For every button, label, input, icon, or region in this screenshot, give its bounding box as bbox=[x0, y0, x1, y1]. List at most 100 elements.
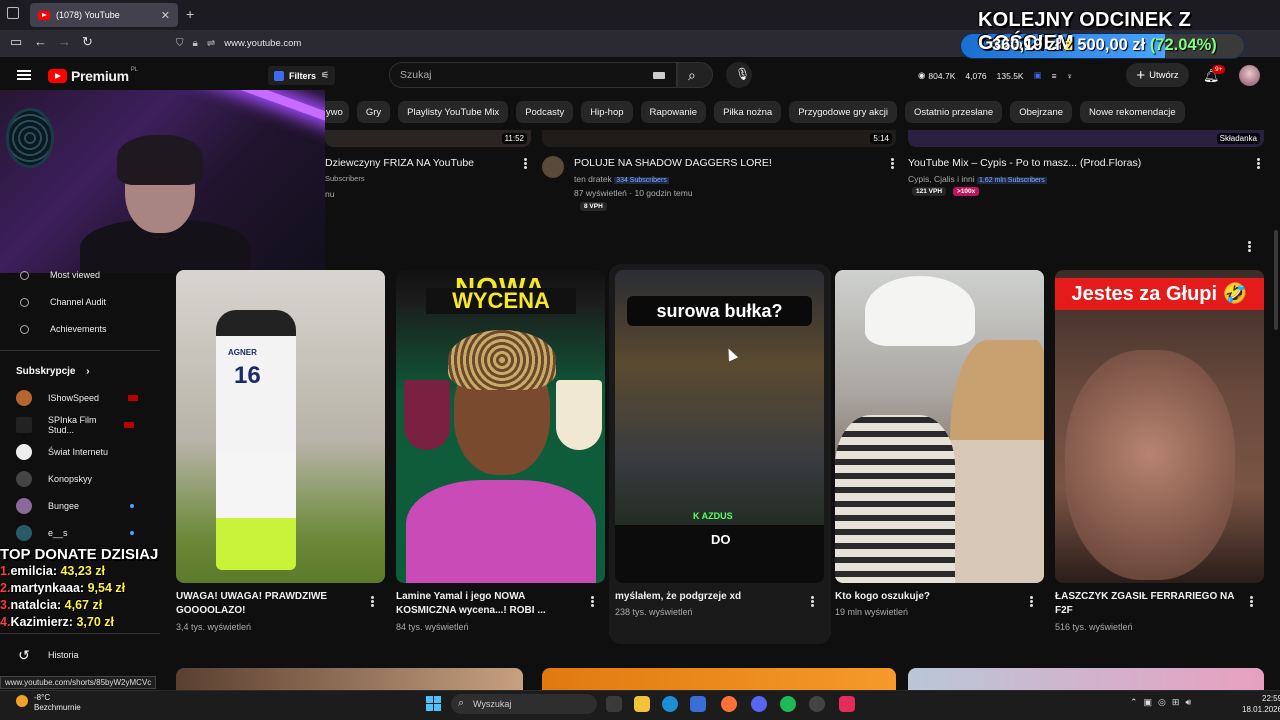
chip-4[interactable]: Hip-hop bbox=[581, 101, 633, 123]
reload-icon[interactable]: ↻ bbox=[82, 34, 93, 50]
sidebar-item-channel-audit[interactable]: Channel Audit bbox=[0, 291, 160, 313]
more-options-icon[interactable] bbox=[1030, 596, 1033, 607]
live-icon bbox=[124, 422, 134, 428]
search-button[interactable]: ⌕ bbox=[677, 62, 713, 88]
short-title[interactable]: ŁASZCZYK ZGASIŁ FERRARIEGO NA F2F bbox=[1055, 590, 1240, 618]
short-thumbnail-1[interactable]: 16 AGNER bbox=[176, 270, 385, 583]
browser-tab-youtube[interactable]: (1078) YouTube ✕ bbox=[30, 3, 178, 27]
menu-icon[interactable] bbox=[17, 70, 31, 80]
youtube-premium-logo[interactable]: Premium PL bbox=[48, 67, 138, 84]
edge-icon[interactable] bbox=[662, 696, 678, 712]
channel-name[interactable]: ten dratek 334 Subscribers bbox=[574, 174, 669, 184]
new-tab-icon[interactable]: + bbox=[186, 6, 194, 22]
spotify-icon[interactable] bbox=[780, 696, 796, 712]
search-input[interactable]: Szukaj bbox=[389, 62, 677, 88]
obs-icon[interactable] bbox=[809, 696, 825, 712]
sidebar-item-achievements[interactable]: Achievements bbox=[0, 318, 160, 340]
short-title[interactable]: UWAGA! UWAGA! PRAWDZIWE GOOOOLAZO! bbox=[176, 590, 361, 618]
task-view-icon[interactable] bbox=[606, 696, 622, 712]
discord-icon[interactable] bbox=[751, 696, 767, 712]
chip-5[interactable]: Rapowanie bbox=[640, 101, 707, 123]
chip-9[interactable]: Obejrzane bbox=[1010, 101, 1073, 123]
clock-time: 22:59 bbox=[1262, 694, 1280, 703]
chip-7[interactable]: Przygodowe gry akcji bbox=[789, 101, 897, 123]
account-avatar[interactable] bbox=[1239, 65, 1260, 86]
windows-start-icon[interactable] bbox=[426, 696, 441, 711]
close-tab-icon[interactable]: ✕ bbox=[161, 9, 170, 22]
video-title[interactable]: POLUJE NA SHADOW DAGGERS LORE! bbox=[574, 156, 772, 170]
chip-3[interactable]: Podcasty bbox=[516, 101, 574, 123]
page-scrollbar[interactable] bbox=[1274, 230, 1278, 330]
system-tray[interactable]: ⌃▣◎⊞🔊︎ bbox=[1130, 697, 1197, 708]
short-thumbnail-2[interactable]: NOWA WYCENA bbox=[396, 270, 605, 583]
video-thumbnail-next-1[interactable] bbox=[176, 668, 523, 690]
live-icon bbox=[128, 395, 138, 401]
short-thumbnail-5[interactable]: Jestes za Głupi 🤣 bbox=[1055, 270, 1264, 583]
channel-avatar bbox=[16, 525, 32, 541]
file-explorer-icon[interactable] bbox=[634, 696, 650, 712]
chip-8[interactable]: Ostatnio przesłane bbox=[904, 101, 1003, 123]
taskbar-search[interactable]: ⌕ Wyszukaj bbox=[451, 694, 597, 714]
forward-icon[interactable]: → bbox=[58, 34, 71, 49]
sidebar-item-history[interactable]: ↺ Historia bbox=[0, 644, 160, 666]
sidebar-divider bbox=[0, 633, 160, 634]
extension-icon[interactable]: ▣ bbox=[1034, 70, 1042, 81]
weather-widget[interactable]: -8°C Bezchmurnie bbox=[16, 693, 81, 713]
video-title[interactable]: YouTube Mix – Cypis - Po to masz... (Pro… bbox=[908, 156, 1141, 170]
more-options-icon[interactable] bbox=[1257, 158, 1260, 169]
channel-avatar[interactable] bbox=[542, 156, 564, 178]
channel-avatar bbox=[16, 471, 32, 487]
video-title[interactable]: Dziewczyny FRIZA NA YouTube bbox=[325, 156, 474, 170]
channel-name[interactable]: Cypis, Cjalis i inni 1,62 mln Subscriber… bbox=[908, 174, 1047, 184]
sidebar-toggle-icon[interactable]: ▭ bbox=[10, 34, 22, 50]
tiktok-icon[interactable] bbox=[839, 696, 855, 712]
more-options-icon[interactable] bbox=[891, 158, 894, 169]
video-thumbnail-2[interactable]: 5:14 bbox=[542, 130, 896, 147]
trophy-icon[interactable]: ♆ bbox=[1067, 71, 1073, 81]
more-options-icon[interactable] bbox=[591, 596, 594, 607]
system-clock[interactable]: 22:59 18.01.2026 bbox=[1242, 693, 1280, 715]
short-title[interactable]: Lamine Yamal i jego NOWA KOSMICZNA wycen… bbox=[396, 590, 581, 618]
shelf-more-options-icon[interactable] bbox=[1248, 241, 1251, 252]
vph-badge: 121 VPH bbox=[912, 187, 947, 196]
chip-1[interactable]: Gry bbox=[356, 101, 391, 123]
short-thumbnail-4[interactable] bbox=[835, 270, 1044, 583]
filters-button[interactable]: Filters ⚟ bbox=[268, 66, 336, 85]
short-title[interactable]: Kto kogo oszukuje? bbox=[835, 590, 1020, 604]
short-thumbnail-3[interactable]: surowa bułka? K AZDUS DO bbox=[615, 270, 824, 583]
tab-overview-icon[interactable] bbox=[7, 7, 19, 19]
short-title[interactable]: myślałem, że podgrzeje xd bbox=[615, 590, 800, 604]
sidebar-item-subscription[interactable]: Bungee bbox=[0, 495, 160, 517]
donation-rank: 1. bbox=[0, 564, 11, 578]
video-thumbnail-next-2[interactable] bbox=[542, 668, 896, 690]
sidebar-item-subscription[interactable]: IShowSpeed bbox=[0, 387, 160, 409]
video-thumbnail-3[interactable]: Składanka bbox=[908, 130, 1264, 147]
more-options-icon[interactable] bbox=[371, 596, 374, 607]
chip-10[interactable]: Nowe rekomendacje bbox=[1080, 101, 1185, 123]
video-thumbnail-1[interactable]: 11:52 bbox=[325, 130, 531, 147]
video-thumbnail-next-3[interactable] bbox=[908, 668, 1264, 690]
tool-icon bbox=[20, 297, 29, 307]
chip-6[interactable]: Piłka nożna bbox=[714, 101, 782, 123]
subscriptions-header[interactable]: Subskrypcje › bbox=[16, 366, 90, 377]
more-options-icon[interactable] bbox=[1250, 596, 1253, 607]
list-icon[interactable]: ≡ bbox=[1052, 71, 1057, 81]
sidebar-item-subscription[interactable]: Świat Internetu bbox=[0, 441, 160, 463]
more-options-icon[interactable] bbox=[811, 596, 814, 607]
more-options-icon[interactable] bbox=[524, 158, 527, 169]
shield-icon: ⛉ bbox=[176, 38, 184, 49]
voice-search-button[interactable]: 🎙︎ bbox=[726, 62, 752, 88]
create-label: Utwórz bbox=[1149, 69, 1179, 81]
store-icon[interactable] bbox=[690, 696, 706, 712]
streamer-webcam bbox=[0, 90, 325, 273]
sidebar-item-subscription[interactable]: SPInka Film Stud... bbox=[0, 414, 160, 436]
keyboard-icon[interactable] bbox=[653, 72, 665, 79]
sidebar-item-most-viewed[interactable]: Most viewed bbox=[0, 264, 160, 286]
sidebar-item-subscription[interactable]: e__s bbox=[0, 522, 160, 544]
sidebar-item-subscription[interactable]: Konopskyy bbox=[0, 468, 160, 490]
back-icon[interactable]: ← bbox=[34, 34, 47, 49]
firefox-icon[interactable] bbox=[721, 696, 737, 712]
create-button[interactable]: + Utwórz bbox=[1126, 63, 1189, 87]
chip-2[interactable]: Playlisty YouTube Mix bbox=[398, 101, 509, 123]
short-views: 516 tys. wyświetleń bbox=[1055, 622, 1133, 632]
